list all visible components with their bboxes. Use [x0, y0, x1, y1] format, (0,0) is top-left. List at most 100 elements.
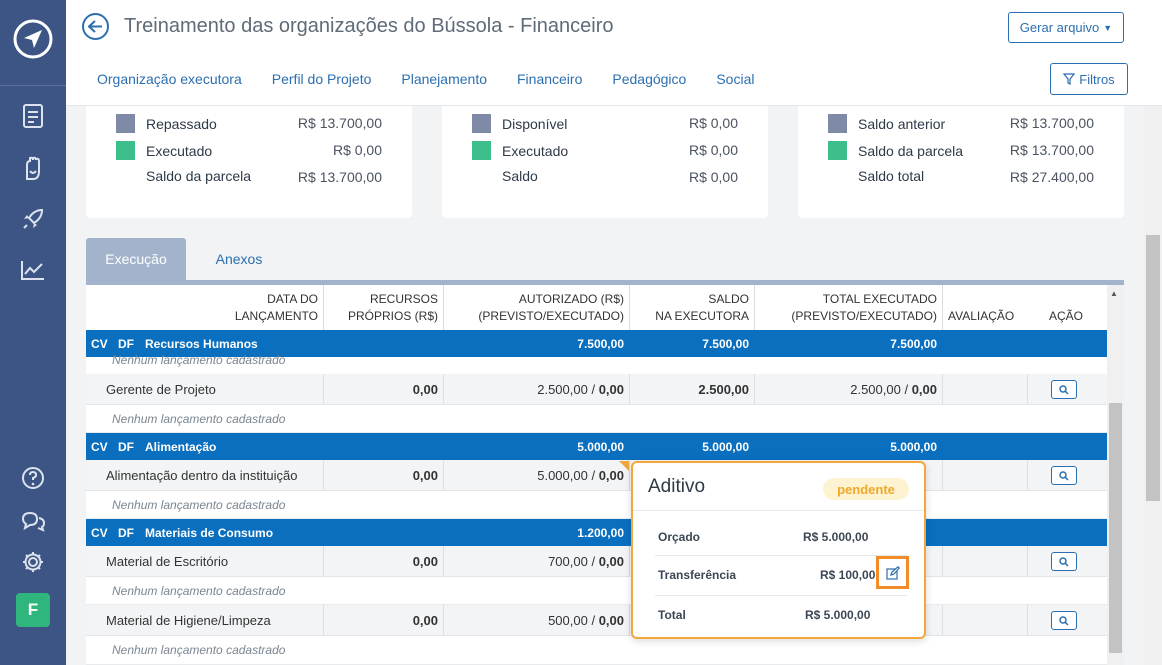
legend-saldo-parcela: Saldo da parcela: [146, 168, 251, 184]
nav-organizacao[interactable]: Organização executora: [97, 71, 242, 87]
view-details-button[interactable]: [1051, 466, 1077, 485]
legend-swatch: [116, 114, 135, 133]
page-header: Treinamento das organizações do Bússola …: [66, 0, 1162, 106]
legend-label: Executado: [502, 142, 569, 159]
legend-swatch: [828, 141, 847, 160]
sidebar: F: [0, 0, 66, 665]
table-row[interactable]: Alimentação dentro da instituição 0,00 5…: [86, 460, 1107, 491]
item-recursos: 0,00: [412, 382, 438, 397]
header-autorizado: AUTORIZADO (R$) (PREVISTO/EXECUTADO): [478, 292, 624, 323]
legend-value: R$ 13.700,00: [297, 169, 382, 185]
page-title: Treinamento das organizações do Bússola …: [124, 15, 614, 37]
legend-value: R$ 0,00: [688, 169, 738, 185]
rocket-icon[interactable]: [17, 203, 49, 235]
caret-down-icon: ▼: [1103, 22, 1113, 33]
legend-swatch: [472, 114, 491, 133]
group-name: Alimentação: [145, 440, 217, 454]
transferencia-value: R$ 100,00: [820, 568, 876, 582]
summary-card-repasse: Repassado R$ 13.700,00 Executado R$ 0,00…: [86, 106, 412, 218]
gear-icon[interactable]: [17, 546, 49, 578]
legend-value: R$ 27.400,00: [1009, 169, 1094, 185]
status-badge: pendente: [823, 478, 909, 500]
group-row[interactable]: CV DF Alimentação 5.000,00 5.000,00 5.00…: [86, 433, 1107, 460]
table-row[interactable]: Gerente de Projeto 0,00 2.500,00 / 0,00 …: [86, 374, 1107, 405]
empty-row: Nenhum lançamento cadastrado: [86, 405, 1107, 433]
item-autorizado: 5.000,00 / 0,00: [537, 468, 624, 483]
legend-swatch: [828, 114, 847, 133]
legend-swatch: [116, 141, 135, 160]
item-saldo: 2.500,00: [698, 382, 749, 397]
transferencia-label: Transferência: [658, 568, 737, 582]
section-nav: Organização executora Perfil do Projeto …: [97, 71, 784, 87]
group-row[interactable]: CV DF Materiais de Consumo 1.200,00: [86, 519, 1107, 546]
edit-transfer-button[interactable]: [876, 556, 909, 589]
nav-perfil[interactable]: Perfil do Projeto: [272, 71, 372, 87]
hand-heart-icon[interactable]: [17, 152, 49, 184]
scroll-up-arrow-icon[interactable]: ▲: [1110, 289, 1118, 298]
page-scrollbar-thumb[interactable]: [1146, 235, 1160, 501]
sidebar-divider: [0, 85, 66, 86]
group-name: Recursos Humanos: [145, 337, 258, 351]
group-autorizado: 7.500,00: [577, 337, 624, 351]
generate-file-button[interactable]: Gerar arquivo ▼: [1008, 12, 1124, 43]
legend-label: Repassado: [146, 115, 217, 132]
item-name: Material de Higiene/Limpeza: [106, 613, 271, 628]
legend-label: Saldo da parcela: [858, 142, 964, 159]
item-autorizado: 700,00 / 0,00: [548, 554, 624, 569]
legend-label: Saldo anterior: [858, 115, 946, 132]
cv-label: CV: [91, 440, 108, 454]
tab-anexos[interactable]: Anexos: [192, 238, 286, 280]
view-details-button[interactable]: [1051, 380, 1077, 399]
view-details-button[interactable]: [1051, 611, 1077, 630]
df-label: DF: [118, 526, 134, 540]
legend-value: R$ 13.700,00: [1009, 115, 1094, 131]
chart-line-icon[interactable]: [17, 254, 49, 286]
nav-pedagogico[interactable]: Pedagógico: [612, 71, 686, 87]
legend-disponivel: Disponível: [472, 114, 567, 133]
edit-icon: [885, 565, 900, 580]
search-icon: [1059, 615, 1069, 626]
empty-row: Nenhum lançamento cadastrado: [86, 636, 1107, 665]
search-icon: [1059, 556, 1069, 567]
avatar[interactable]: F: [16, 593, 50, 627]
nav-financeiro[interactable]: Financeiro: [517, 71, 582, 87]
filter-icon: [1063, 73, 1076, 85]
header-total: TOTAL EXECUTADO (PREVISTO/EXECUTADO): [791, 292, 937, 323]
compass-logo-icon[interactable]: [12, 18, 54, 60]
help-icon[interactable]: [17, 462, 49, 494]
legend-label: Saldo total: [858, 168, 925, 184]
orcado-label: Orçado: [658, 530, 701, 544]
search-icon: [1059, 470, 1069, 481]
summary-card-disponivel: Disponível R$ 0,00 Executado R$ 0,00 Sal…: [442, 106, 768, 218]
legend-label: Disponível: [502, 115, 568, 132]
nav-planejamento[interactable]: Planejamento: [401, 71, 487, 87]
legend-value: R$ 13.700,00: [297, 115, 382, 131]
legend-value: R$ 0,00: [332, 142, 382, 158]
tab-execucao[interactable]: Execução: [86, 238, 186, 280]
table-scrollbar-thumb[interactable]: [1109, 403, 1122, 653]
group-autorizado: 1.200,00: [577, 526, 624, 540]
back-arrow-icon[interactable]: [82, 13, 109, 40]
group-autorizado: 5.000,00: [577, 440, 624, 454]
document-icon[interactable]: [17, 100, 49, 132]
legend-label: Executado: [146, 142, 213, 159]
empty-row: Nenhum lançamento cadastrado: [86, 353, 1107, 374]
header-data: DATA DO LANÇAMENTO: [234, 292, 318, 323]
legend-repassado: Repassado: [116, 114, 217, 133]
legend-saldo-anterior: Saldo anterior: [828, 114, 945, 133]
table-row[interactable]: Material de Higiene/Limpeza 0,00 500,00 …: [86, 605, 1107, 636]
filters-button[interactable]: Filtros: [1050, 63, 1128, 95]
nav-social[interactable]: Social: [716, 71, 754, 87]
legend-value: R$ 0,00: [688, 115, 738, 131]
legend-saldo-parcela: Saldo da parcela: [828, 141, 963, 160]
execution-table: DATA DO LANÇAMENTO RECURSOS PRÓPRIOS (R$) …: [86, 285, 1107, 665]
header-acao: AÇÃO: [1049, 309, 1084, 323]
view-details-button[interactable]: [1051, 552, 1077, 571]
table-header: DATA DO LANÇAMENTO RECURSOS PRÓPRIOS (R$) …: [86, 285, 1107, 330]
item-recursos: 0,00: [412, 613, 438, 628]
aditivo-popover: Aditivo pendente Orçado R$ 5.000,00 Tran…: [631, 461, 926, 639]
table-row[interactable]: Material de Escritório 0,00 700,00 / 0,0…: [86, 546, 1107, 577]
item-autorizado: 500,00 / 0,00: [548, 613, 624, 628]
chat-icon[interactable]: [17, 505, 49, 537]
df-label: DF: [118, 337, 134, 351]
